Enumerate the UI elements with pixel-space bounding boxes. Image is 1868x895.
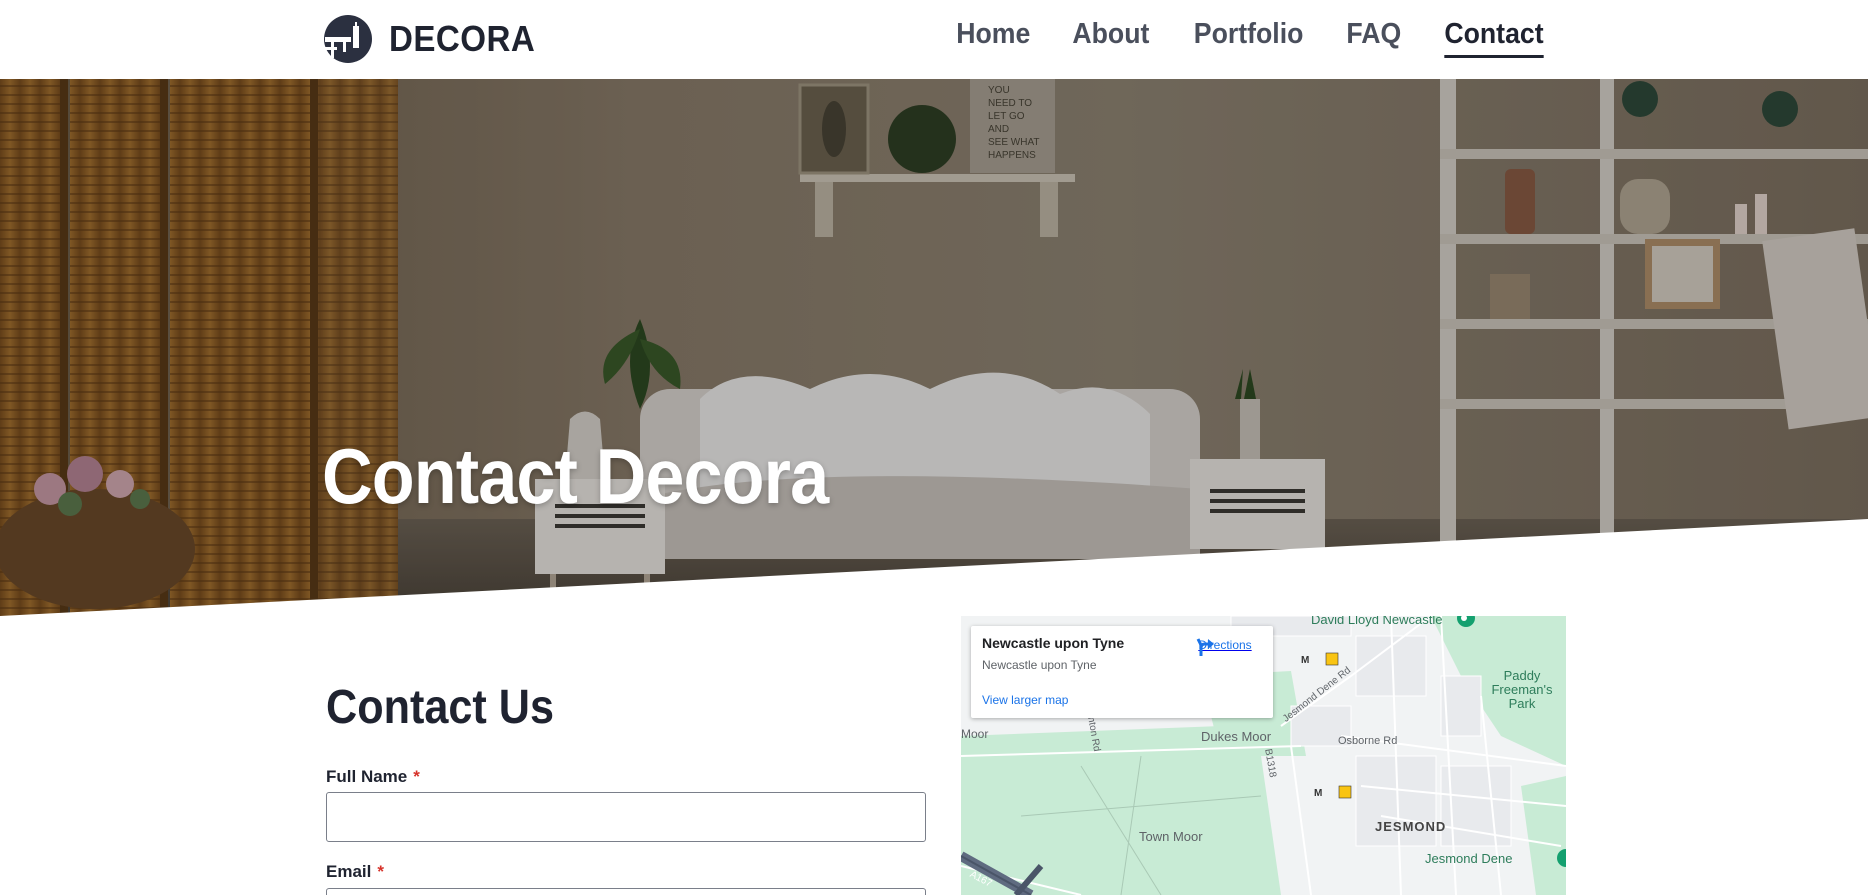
email-input[interactable]: [326, 888, 926, 895]
moor-partial-label: Moor: [961, 727, 989, 741]
jesmond-label: JESMOND: [1375, 819, 1447, 834]
nav-home[interactable]: Home: [956, 18, 1030, 58]
required-mark: *: [377, 862, 384, 881]
required-mark: *: [413, 767, 420, 786]
full-name-label-text: Full Name: [326, 767, 408, 786]
full-name-input[interactable]: [326, 792, 926, 842]
nav-portfolio[interactable]: Portfolio: [1194, 18, 1304, 58]
view-larger-map-link[interactable]: View larger map: [982, 693, 1068, 707]
email-label: Email *: [326, 862, 384, 882]
map-place-name: Newcastle upon Tyne: [982, 635, 1125, 651]
town-moor-label: Town Moor: [1139, 829, 1203, 844]
full-name-label: Full Name *: [326, 767, 420, 787]
nav-faq[interactable]: FAQ: [1347, 18, 1402, 58]
nav-about[interactable]: About: [1073, 18, 1150, 58]
contact-title: Contact Us: [326, 681, 555, 734]
map-place-address: Newcastle upon Tyne: [982, 658, 1097, 672]
jesmond-dene-label: Jesmond Dene: [1425, 851, 1513, 866]
map-info-card: Newcastle upon Tyne Newcastle upon Tyne …: [971, 626, 1273, 718]
brand-name: DECORA: [389, 18, 536, 59]
directions-icon: [1196, 638, 1214, 656]
hero-banner: YOU NEED TO LET GO AND SEE WHAT HAPPENS: [0, 79, 1868, 616]
hero-title: Contact Decora: [322, 432, 829, 520]
google-map-embed[interactable]: M M David Lloyd Newcastle Paddy Freeman'…: [961, 616, 1566, 895]
osborne-rd-label: Osborne Rd: [1338, 735, 1398, 747]
bedroom-hero-image: YOU NEED TO LET GO AND SEE WHAT HAPPENS: [0, 79, 1868, 616]
nav-contact[interactable]: Contact: [1444, 18, 1544, 58]
metro-label: M: [1314, 788, 1323, 799]
site-header: DECORA Home About Portfolio FAQ Contact: [0, 0, 1868, 79]
main-nav: Home About Portfolio FAQ Contact: [953, 18, 1548, 58]
decora-logo-icon: [323, 15, 372, 63]
david-lloyd-label[interactable]: David Lloyd Newcastle: [1311, 616, 1443, 627]
paddy-freeman-label: Paddy Freeman's Park: [1491, 668, 1553, 711]
dukes-moor-label: Dukes Moor: [1201, 729, 1272, 744]
metro-label: M: [1301, 655, 1310, 666]
brand-logo-link[interactable]: DECORA: [323, 14, 548, 64]
directions-button[interactable]: Directions: [1195, 636, 1255, 656]
email-label-text: Email: [326, 862, 372, 881]
